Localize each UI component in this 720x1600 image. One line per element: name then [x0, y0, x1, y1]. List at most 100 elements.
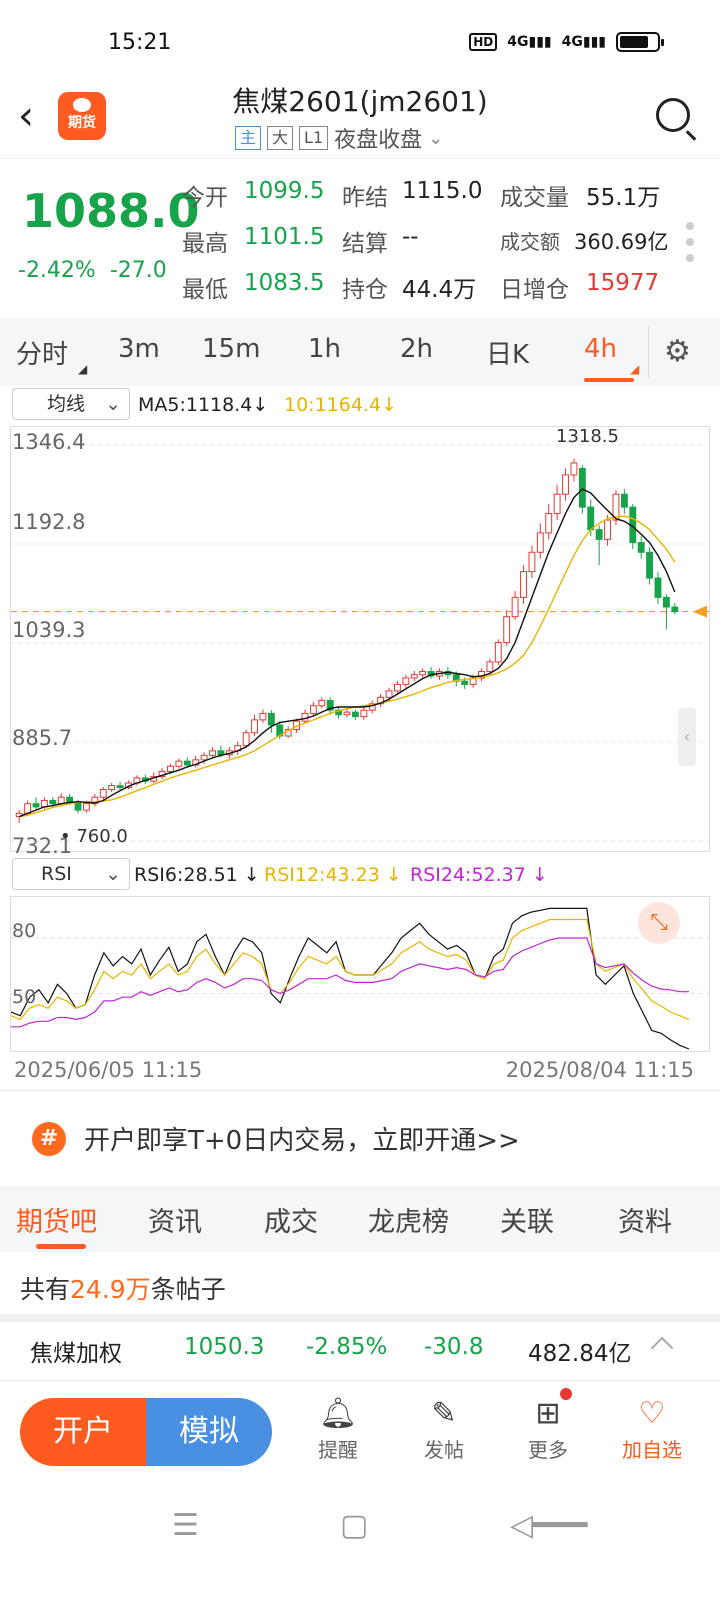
chevron-down-icon: ⌄	[105, 863, 121, 885]
page-title: 焦煤2601(jm2601)	[232, 85, 488, 118]
candle-body	[494, 642, 502, 663]
tab-forum[interactable]: 期货吧	[16, 1200, 97, 1239]
volume-label: 成交量	[500, 185, 569, 211]
candle-body	[662, 596, 670, 608]
simulate-button[interactable]: 模拟	[146, 1398, 272, 1466]
open-account-button[interactable]: 开户	[20, 1398, 146, 1466]
notification-dot	[560, 1388, 572, 1400]
related-contract-name[interactable]: 焦煤加权	[30, 1334, 122, 1368]
tab-1h[interactable]: 1h	[308, 334, 341, 364]
candle-body	[562, 474, 569, 495]
chevron-up-icon[interactable]	[650, 1336, 674, 1360]
candle-body	[520, 571, 527, 598]
session-selector[interactable]: 主 大 L1 夜盘收盘 ⌄	[235, 122, 443, 154]
candle-body	[49, 799, 57, 805]
y-tick-label: 1039.3	[12, 618, 86, 642]
tab-profile[interactable]: 资料	[618, 1200, 672, 1239]
daily-oi-change-label: 日增仓	[500, 277, 569, 303]
candle-body	[578, 467, 586, 508]
promo-link[interactable]: 开户即享T+0日内交易，立即开通>>	[84, 1120, 520, 1157]
y-tick-label: 885.7	[12, 726, 73, 750]
open-value: 1099.5	[244, 178, 325, 204]
candle-body	[620, 493, 628, 508]
rsi-chart[interactable]	[10, 896, 710, 1052]
low-marker-label: • 760.0	[60, 826, 128, 847]
candle-body	[393, 683, 401, 692]
turnover-label: 成交额	[500, 230, 560, 254]
panel-handle-icon[interactable]: ‹	[678, 708, 696, 766]
signal-icon-2: 4G▮▮▮	[561, 34, 606, 50]
ma10-line	[19, 515, 676, 818]
rsi-series-rsi12	[10, 918, 690, 1021]
candle-body	[503, 616, 511, 644]
candle-body	[587, 506, 595, 531]
tab-3m[interactable]: 3m	[118, 334, 160, 364]
add-watchlist-button[interactable]: ♡ 加自选	[612, 1394, 692, 1463]
x-end-date: 2025/08/04 11:15	[505, 1058, 694, 1082]
candle-body	[545, 513, 553, 534]
open-interest-label: 持仓	[342, 277, 388, 303]
candle-body	[385, 690, 393, 698]
chevron-down-icon: ⌄	[428, 127, 444, 149]
tab-divider	[648, 326, 649, 378]
home-nav-icon[interactable]: ▢	[340, 1508, 368, 1543]
low-value: 1083.5	[244, 270, 325, 296]
prev-settle-value: 1115.0	[402, 178, 483, 204]
alert-button[interactable]: 🔔︎ 提醒	[298, 1394, 378, 1463]
rsi-series-rsi24	[11, 937, 689, 1028]
candle-body	[553, 493, 561, 515]
search-icon[interactable]	[656, 98, 690, 132]
settle-value: --	[402, 224, 419, 250]
chart-divider	[0, 1090, 720, 1091]
candle-body	[32, 803, 40, 808]
tag-large: 大	[267, 126, 294, 150]
rsi-selector[interactable]: RSI ⌄	[12, 858, 130, 890]
tab-trades[interactable]: 成交	[264, 1200, 318, 1239]
status-time: 15:21	[108, 30, 172, 55]
battery-icon	[616, 32, 664, 52]
candle-body	[419, 671, 427, 676]
menu-nav-icon[interactable]: ☰	[172, 1508, 199, 1543]
candle-body	[83, 803, 90, 811]
turnover-value: 360.69亿	[574, 230, 669, 254]
rsi24-value: RSI24:52.37 ↓	[410, 864, 548, 886]
candle-body	[99, 788, 107, 798]
related-contract-pct: -2.85%	[306, 1334, 388, 1360]
high-marker-label: 1318.5	[556, 426, 619, 447]
more-button[interactable]: ⊞ 更多	[508, 1394, 588, 1463]
session-label: 夜盘收盘	[334, 128, 423, 153]
expand-icon[interactable]: ⤡	[638, 902, 680, 944]
last-price: 1088.0	[22, 184, 200, 238]
gear-icon[interactable]: ⚙	[664, 334, 691, 369]
candle-body	[116, 785, 124, 789]
tab-daily[interactable]: 日K	[486, 334, 529, 371]
tab-news[interactable]: 资讯	[148, 1200, 202, 1239]
tab-15m[interactable]: 15m	[202, 334, 260, 364]
kline-chart[interactable]	[10, 426, 710, 852]
tab-2h[interactable]: 2h	[400, 334, 433, 364]
ma-selector[interactable]: 均线 ⌄	[12, 388, 130, 420]
candle-body	[486, 661, 494, 673]
candle-body	[259, 712, 267, 721]
more-vertical-icon[interactable]	[686, 222, 694, 270]
tab-dragon-tiger[interactable]: 龙虎榜	[368, 1200, 449, 1239]
candle-body	[209, 750, 216, 756]
kline-svg	[11, 444, 709, 842]
post-button[interactable]: ✎ 发帖	[404, 1394, 484, 1463]
open-label: 今开	[182, 185, 228, 211]
candle-body	[343, 711, 351, 716]
back-nav-icon[interactable]: ◁━━━	[510, 1508, 587, 1543]
tab-intraday[interactable]: 分时	[16, 334, 68, 371]
candle-body	[646, 551, 654, 579]
active-tab-indicator	[584, 378, 634, 382]
candle-body	[351, 711, 359, 718]
section-tabbar	[0, 1186, 720, 1252]
candle-body	[461, 680, 469, 685]
hd-icon: HD	[469, 33, 498, 51]
last-price-marker	[693, 605, 707, 618]
signal-icon: 4G▮▮▮	[507, 34, 552, 50]
grid-icon: ⊞	[535, 1396, 561, 1431]
high-label: 最高	[182, 231, 228, 257]
tab-related[interactable]: 关联	[500, 1200, 554, 1239]
tab-4h[interactable]: 4h	[584, 334, 617, 364]
